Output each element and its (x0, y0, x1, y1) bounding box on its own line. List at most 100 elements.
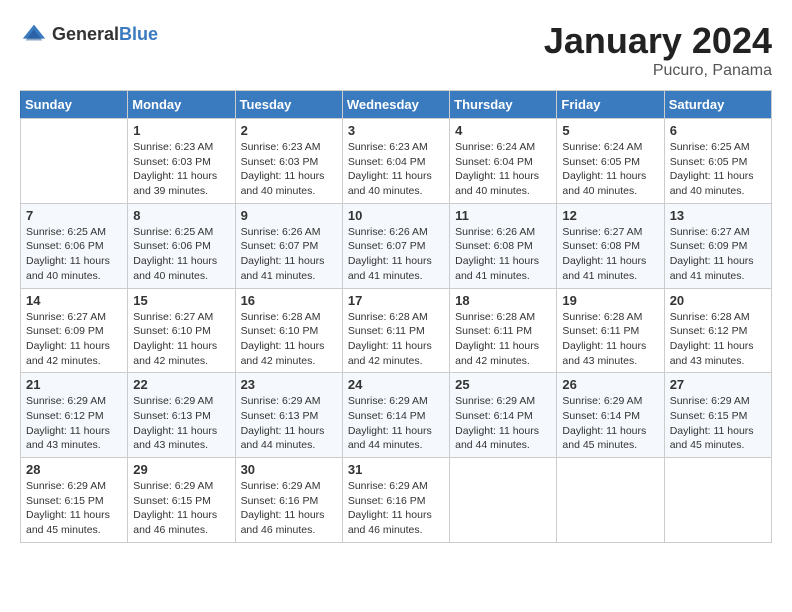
column-header-friday: Friday (557, 91, 664, 119)
cell-info: Sunrise: 6:23 AMSunset: 6:04 PMDaylight:… (348, 140, 444, 199)
cell-info: Sunrise: 6:26 AMSunset: 6:07 PMDaylight:… (241, 225, 337, 284)
day-number: 3 (348, 123, 444, 138)
cell-info: Sunrise: 6:29 AMSunset: 6:14 PMDaylight:… (455, 394, 551, 453)
calendar-cell: 19 Sunrise: 6:28 AMSunset: 6:11 PMDayligh… (557, 288, 664, 373)
cell-info: Sunrise: 6:28 AMSunset: 6:12 PMDaylight:… (670, 310, 766, 369)
day-number: 27 (670, 377, 766, 392)
day-number: 26 (562, 377, 658, 392)
calendar-cell: 22 Sunrise: 6:29 AMSunset: 6:13 PMDayligh… (128, 373, 235, 458)
cell-info: Sunrise: 6:29 AMSunset: 6:13 PMDaylight:… (241, 394, 337, 453)
calendar-cell: 18Sunrise: 6:28 AMSunset: 6:11 PMDayligh… (450, 288, 557, 373)
column-header-monday: Monday (128, 91, 235, 119)
day-number: 13 (670, 208, 766, 223)
calendar-cell: 31 Sunrise: 6:29 AMSunset: 6:16 PMDayligh… (342, 458, 449, 543)
cell-info: Sunrise: 6:27 AMSunset: 6:09 PMDaylight:… (26, 310, 122, 369)
calendar-cell: 23 Sunrise: 6:29 AMSunset: 6:13 PMDayligh… (235, 373, 342, 458)
logo: GeneralBlue (20, 20, 158, 48)
cell-info: Sunrise: 6:27 AMSunset: 6:08 PMDaylight:… (562, 225, 658, 284)
logo-text-blue: Blue (119, 24, 158, 44)
calendar-cell: 30Sunrise: 6:29 AMSunset: 6:16 PMDayligh… (235, 458, 342, 543)
calendar-cell: 15Sunrise: 6:27 AMSunset: 6:10 PMDayligh… (128, 288, 235, 373)
day-number: 10 (348, 208, 444, 223)
day-number: 24 (348, 377, 444, 392)
calendar-cell: 1 Sunrise: 6:23 AMSunset: 6:03 PMDaylight… (128, 119, 235, 204)
day-number: 1 (133, 123, 229, 138)
cell-info: Sunrise: 6:29 AMSunset: 6:16 PMDaylight:… (348, 479, 444, 538)
column-header-sunday: Sunday (21, 91, 128, 119)
day-number: 19 (562, 293, 658, 308)
calendar-cell: 5 Sunrise: 6:24 AMSunset: 6:05 PMDaylight… (557, 119, 664, 204)
day-number: 5 (562, 123, 658, 138)
week-row-1: 1 Sunrise: 6:23 AMSunset: 6:03 PMDaylight… (21, 119, 772, 204)
day-number: 16 (241, 293, 337, 308)
calendar-cell: 26 Sunrise: 6:29 AMSunset: 6:14 PMDayligh… (557, 373, 664, 458)
cell-info: Sunrise: 6:23 AMSunset: 6:03 PMDaylight:… (241, 140, 337, 199)
calendar-cell: 4 Sunrise: 6:24 AMSunset: 6:04 PMDaylight… (450, 119, 557, 204)
day-number: 11 (455, 208, 551, 223)
logo-icon (20, 20, 48, 48)
cell-info: Sunrise: 6:27 AMSunset: 6:10 PMDaylight:… (133, 310, 229, 369)
cell-info: Sunrise: 6:28 AMSunset: 6:11 PMDaylight:… (348, 310, 444, 369)
location-title: Pucuro, Panama (544, 62, 772, 80)
calendar-cell: 17Sunrise: 6:28 AMSunset: 6:11 PMDayligh… (342, 288, 449, 373)
cell-info: Sunrise: 6:28 AMSunset: 6:11 PMDaylight:… (455, 310, 551, 369)
cell-info: Sunrise: 6:29 AMSunset: 6:14 PMDaylight:… (348, 394, 444, 453)
day-number: 7 (26, 208, 122, 223)
day-number: 23 (241, 377, 337, 392)
column-header-wednesday: Wednesday (342, 91, 449, 119)
calendar-cell: 16Sunrise: 6:28 AMSunset: 6:10 PMDayligh… (235, 288, 342, 373)
cell-info: Sunrise: 6:27 AMSunset: 6:09 PMDaylight:… (670, 225, 766, 284)
cell-info: Sunrise: 6:25 AMSunset: 6:06 PMDaylight:… (26, 225, 122, 284)
cell-info: Sunrise: 6:26 AMSunset: 6:08 PMDaylight:… (455, 225, 551, 284)
day-number: 8 (133, 208, 229, 223)
calendar-cell: 12 Sunrise: 6:27 AMSunset: 6:08 PMDayligh… (557, 203, 664, 288)
calendar-cell: 9Sunrise: 6:26 AMSunset: 6:07 PMDaylight… (235, 203, 342, 288)
logo-text-general: General (52, 24, 119, 44)
month-title: January 2024 (544, 20, 772, 62)
calendar-cell: 21Sunrise: 6:29 AMSunset: 6:12 PMDayligh… (21, 373, 128, 458)
calendar-table: SundayMondayTuesdayWednesdayThursdayFrid… (20, 90, 772, 543)
week-row-4: 21Sunrise: 6:29 AMSunset: 6:12 PMDayligh… (21, 373, 772, 458)
column-header-thursday: Thursday (450, 91, 557, 119)
calendar-cell: 28Sunrise: 6:29 AMSunset: 6:15 PMDayligh… (21, 458, 128, 543)
cell-info: Sunrise: 6:25 AMSunset: 6:05 PMDaylight:… (670, 140, 766, 199)
day-number: 20 (670, 293, 766, 308)
day-number: 30 (241, 462, 337, 477)
header-row: SundayMondayTuesdayWednesdayThursdayFrid… (21, 91, 772, 119)
cell-info: Sunrise: 6:26 AMSunset: 6:07 PMDaylight:… (348, 225, 444, 284)
title-area: January 2024 Pucuro, Panama (544, 20, 772, 80)
day-number: 22 (133, 377, 229, 392)
cell-info: Sunrise: 6:28 AMSunset: 6:11 PMDaylight:… (562, 310, 658, 369)
day-number: 6 (670, 123, 766, 138)
column-header-saturday: Saturday (664, 91, 771, 119)
week-row-5: 28Sunrise: 6:29 AMSunset: 6:15 PMDayligh… (21, 458, 772, 543)
calendar-cell: 11 Sunrise: 6:26 AMSunset: 6:08 PMDayligh… (450, 203, 557, 288)
calendar-cell: 24 Sunrise: 6:29 AMSunset: 6:14 PMDayligh… (342, 373, 449, 458)
cell-info: Sunrise: 6:24 AMSunset: 6:05 PMDaylight:… (562, 140, 658, 199)
cell-info: Sunrise: 6:29 AMSunset: 6:14 PMDaylight:… (562, 394, 658, 453)
cell-info: Sunrise: 6:29 AMSunset: 6:15 PMDaylight:… (670, 394, 766, 453)
calendar-cell: 29Sunrise: 6:29 AMSunset: 6:15 PMDayligh… (128, 458, 235, 543)
week-row-2: 7 Sunrise: 6:25 AMSunset: 6:06 PMDaylight… (21, 203, 772, 288)
calendar-cell: 3 Sunrise: 6:23 AMSunset: 6:04 PMDaylight… (342, 119, 449, 204)
calendar-cell: 20 Sunrise: 6:28 AMSunset: 6:12 PMDayligh… (664, 288, 771, 373)
calendar-cell: 25 Sunrise: 6:29 AMSunset: 6:14 PMDayligh… (450, 373, 557, 458)
cell-info: Sunrise: 6:24 AMSunset: 6:04 PMDaylight:… (455, 140, 551, 199)
day-number: 25 (455, 377, 551, 392)
calendar-cell (557, 458, 664, 543)
day-number: 4 (455, 123, 551, 138)
column-header-tuesday: Tuesday (235, 91, 342, 119)
cell-info: Sunrise: 6:29 AMSunset: 6:13 PMDaylight:… (133, 394, 229, 453)
page-header: GeneralBlue January 2024 Pucuro, Panama (20, 20, 772, 80)
calendar-cell: 7 Sunrise: 6:25 AMSunset: 6:06 PMDaylight… (21, 203, 128, 288)
calendar-cell (450, 458, 557, 543)
day-number: 12 (562, 208, 658, 223)
calendar-cell (21, 119, 128, 204)
day-number: 2 (241, 123, 337, 138)
cell-info: Sunrise: 6:23 AMSunset: 6:03 PMDaylight:… (133, 140, 229, 199)
calendar-cell: 14 Sunrise: 6:27 AMSunset: 6:09 PMDayligh… (21, 288, 128, 373)
day-number: 31 (348, 462, 444, 477)
calendar-cell: 10 Sunrise: 6:26 AMSunset: 6:07 PMDayligh… (342, 203, 449, 288)
day-number: 14 (26, 293, 122, 308)
calendar-cell (664, 458, 771, 543)
